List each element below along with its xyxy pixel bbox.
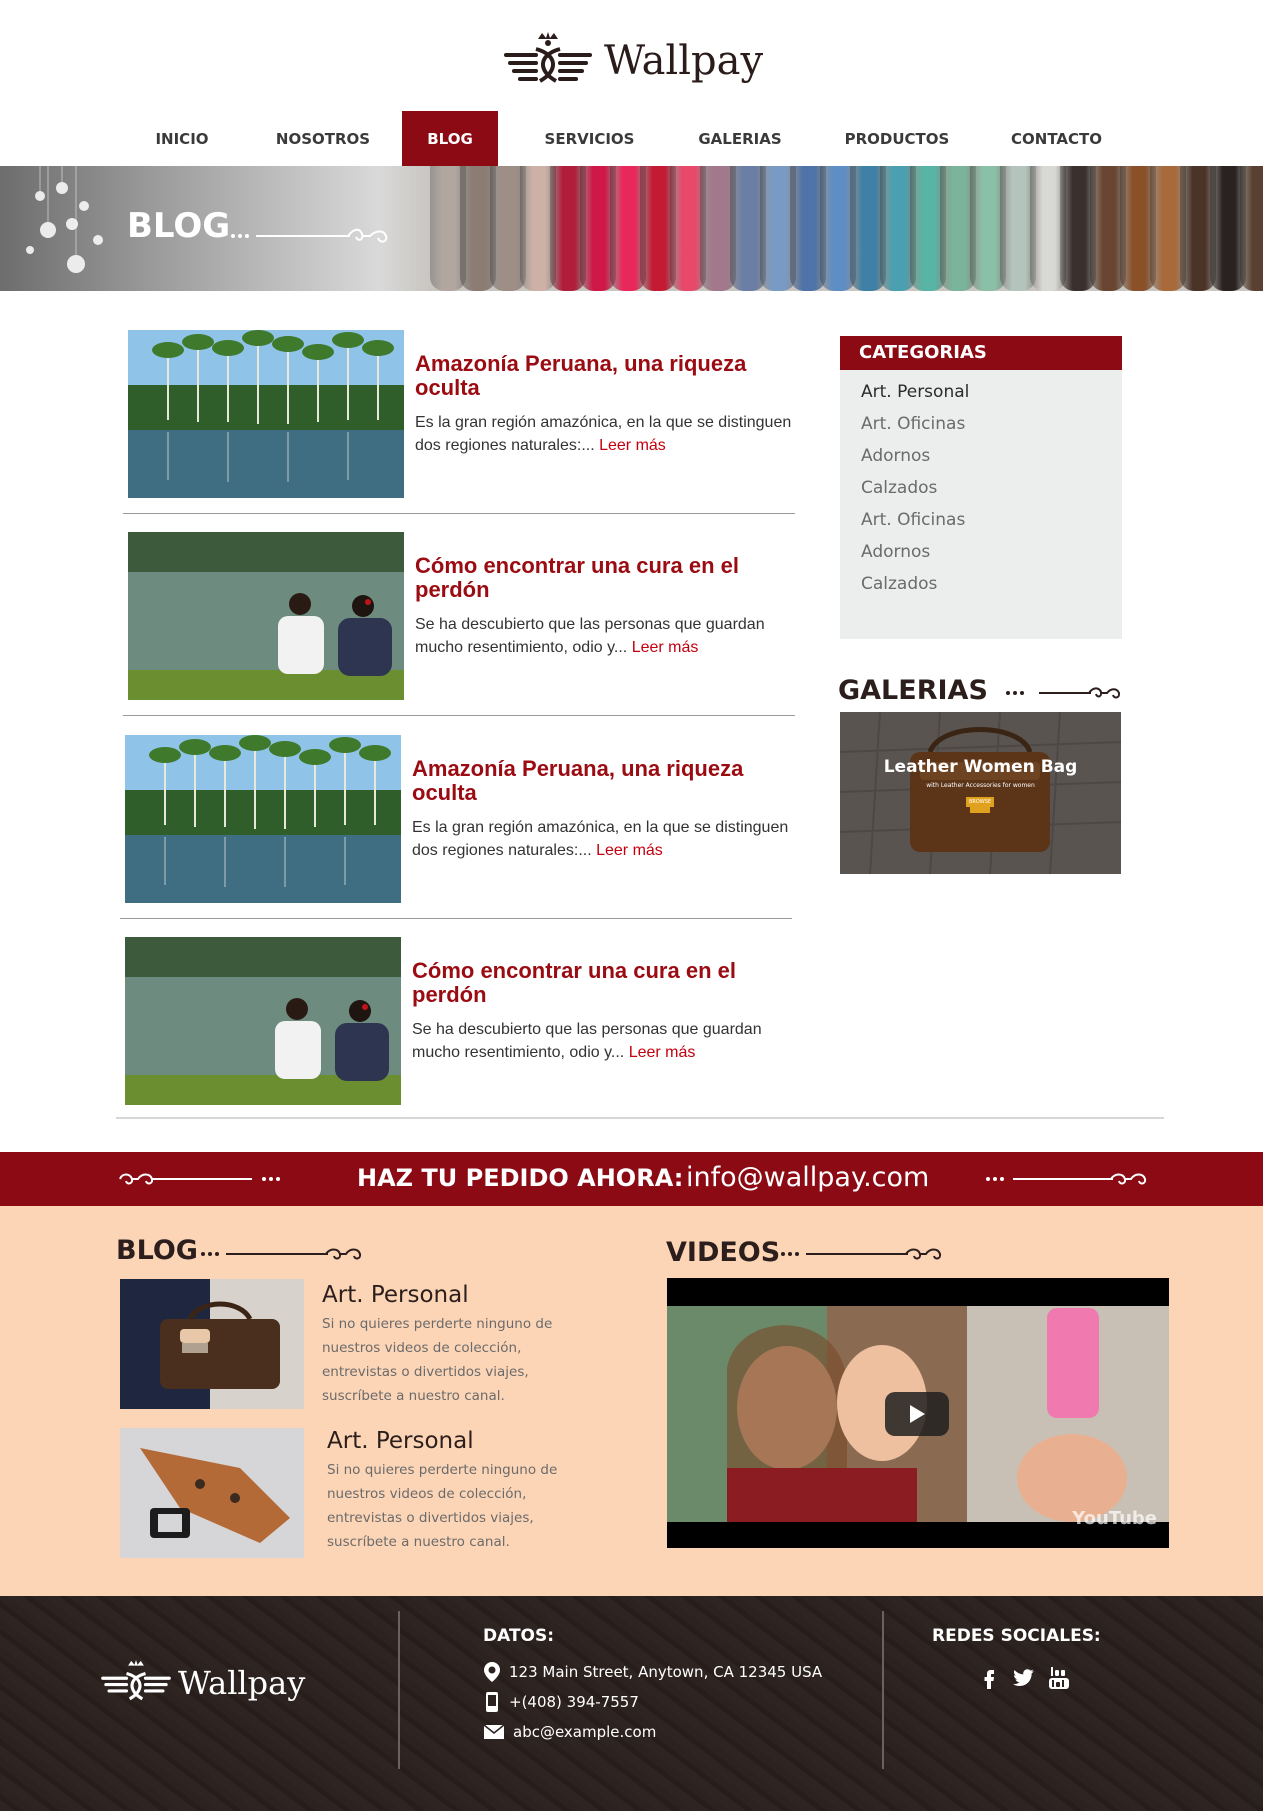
category-item[interactable]: Adornos <box>840 440 1122 472</box>
post-divider <box>120 918 792 919</box>
blog-post: Amazonía Peruana, una riqueza oculta Es … <box>120 735 805 920</box>
blog-item-title[interactable]: Art. Personal <box>327 1428 474 1454</box>
post-excerpt: Se ha descubierto que las personas que g… <box>412 1021 762 1061</box>
read-more-link[interactable]: Leer más <box>629 1044 696 1061</box>
footer-email-row: abc@example.com <box>483 1720 656 1744</box>
category-item[interactable]: Art. Personal <box>840 376 1122 408</box>
footer-address: 123 Main Street, Anytown, CA 12345 USA <box>509 1663 823 1681</box>
read-more-link[interactable]: Leer más <box>599 437 666 454</box>
blog-thumb-strap-buckle[interactable] <box>120 1428 304 1558</box>
categories-panel: CATEGORIAS Art. Personal Art. Oficinas A… <box>840 336 1122 639</box>
blog-post: Cómo encontrar una cura en el perdón Se … <box>123 532 808 717</box>
read-more-link[interactable]: Leer más <box>632 639 699 656</box>
nav-item-contacto[interactable]: CONTACTO <box>995 111 1118 166</box>
gallery-image-title: Leather Women Bag <box>883 757 1078 777</box>
gallery-image-button: BROWSE <box>966 797 994 807</box>
footer-phone[interactable]: +(408) 394-7557 <box>509 1693 639 1711</box>
site-footer: Wallpay DATOS: 123 Main Street, Anytown,… <box>0 1596 1263 1811</box>
post-title[interactable]: Amazonía Peruana, una riqueza oculta <box>412 757 792 805</box>
footer-divider <box>882 1611 884 1769</box>
footer-social-heading: REDES SOCIALES: <box>932 1626 1101 1646</box>
footer-phone-row: +(408) 394-7557 <box>483 1690 639 1714</box>
category-item[interactable]: Calzados <box>840 472 1122 504</box>
post-excerpt: Es la gran región amazónica, en la que s… <box>415 414 792 454</box>
order-cta-label: HAZ TU PEDIDO AHORA: <box>357 1164 684 1192</box>
main-nav: INICIO NOSOTROS BLOG SERVICIOS GALERIAS … <box>120 111 1140 166</box>
content-divider <box>116 1117 1164 1119</box>
nav-item-blog[interactable]: BLOG <box>402 111 498 166</box>
blog-item-title[interactable]: Art. Personal <box>322 1282 469 1308</box>
crown-emblem-icon <box>101 1660 171 1701</box>
nav-item-productos[interactable]: PRODUCTOS <box>799 111 995 166</box>
twitter-icon[interactable] <box>1012 1666 1036 1690</box>
footer-datos-heading: DATOS: <box>483 1626 555 1646</box>
page-banner: BLOG <box>0 166 1263 291</box>
videos-heading: VIDEOS <box>666 1237 781 1268</box>
ornament-divider-icon <box>119 1173 280 1185</box>
blog-item-text: Si no quieres perderte ninguno de nuestr… <box>322 1316 553 1404</box>
read-more-link[interactable]: Leer más <box>596 842 663 859</box>
post-divider <box>123 513 795 514</box>
post-title[interactable]: Amazonía Peruana, una riqueza oculta <box>415 352 795 400</box>
gallery-image-subtitle: with Leather Accessories for women <box>926 782 1035 789</box>
youtube-icon[interactable] <box>1047 1666 1071 1690</box>
categories-heading: CATEGORIAS <box>840 336 1122 370</box>
category-item[interactable]: Art. Oficinas <box>840 504 1122 536</box>
chandelier-crystals-image <box>26 166 103 273</box>
post-divider <box>123 715 795 716</box>
post-title[interactable]: Cómo encontrar una cura en el perdón <box>415 554 795 602</box>
location-pin-icon <box>484 1662 500 1682</box>
category-item[interactable]: Calzados <box>840 568 1122 600</box>
post-image-couple[interactable] <box>128 532 404 700</box>
order-cta-bar: HAZ TU PEDIDO AHORA: info@wallpay.com <box>0 1152 1263 1206</box>
ornament-divider-icon <box>201 1248 362 1260</box>
post-excerpt: Es la gran región amazónica, en la que s… <box>412 819 789 859</box>
category-item[interactable]: Adornos <box>840 536 1122 568</box>
post-image-couple[interactable] <box>125 937 401 1105</box>
nav-item-servicios[interactable]: SERVICIOS <box>498 111 681 166</box>
leather-swatch <box>1240 166 1263 291</box>
crown-emblem-icon <box>503 32 592 83</box>
blog-post: Amazonía Peruana, una riqueza oculta Es … <box>123 330 808 515</box>
blog-thumb-briefcase[interactable] <box>120 1279 304 1409</box>
nav-item-galerias[interactable]: GALERIAS <box>681 111 799 166</box>
gallery-image-leather-bag[interactable]: Leather Women Bag with Leather Accessori… <box>840 712 1121 874</box>
envelope-icon <box>483 1724 505 1739</box>
category-item[interactable]: Art. Oficinas <box>840 408 1122 440</box>
footer-logo-wordmark: Wallpay <box>178 1664 306 1702</box>
blog-post: Cómo encontrar una cura en el perdón Se … <box>125 937 805 1122</box>
ornament-divider-icon <box>986 1173 1147 1185</box>
post-excerpt: Se ha descubierto que las personas que g… <box>415 616 765 656</box>
post-title[interactable]: Cómo encontrar una cura en el perdón <box>412 959 792 1007</box>
video-player[interactable]: YouTube <box>667 1278 1169 1548</box>
galleries-heading: GALERIAS <box>838 675 988 706</box>
footer-divider <box>398 1611 400 1769</box>
youtube-logo[interactable]: YouTube <box>1072 1508 1157 1529</box>
footer-logo[interactable]: Wallpay <box>98 1659 305 1707</box>
nav-item-nosotros[interactable]: NOSOTROS <box>244 111 402 166</box>
ornament-divider-icon <box>231 228 388 243</box>
post-image-rainforest[interactable] <box>125 735 401 903</box>
footer-address-row: 123 Main Street, Anytown, CA 12345 USA <box>483 1660 822 1684</box>
site-logo[interactable]: Wallpay <box>0 26 1263 96</box>
banner-title: BLOG <box>127 206 231 246</box>
play-button-icon[interactable] <box>885 1392 949 1436</box>
blog-section-heading: BLOG <box>116 1235 198 1266</box>
nav-item-inicio[interactable]: INICIO <box>120 111 244 166</box>
footer-email[interactable]: abc@example.com <box>513 1723 656 1741</box>
facebook-icon[interactable] <box>977 1666 1001 1690</box>
ornament-divider-icon <box>1006 687 1121 699</box>
post-image-rainforest[interactable] <box>128 330 404 498</box>
mobile-phone-icon <box>486 1692 498 1712</box>
blog-item-text: Si no quieres perderte ninguno de nuestr… <box>327 1462 558 1550</box>
order-email-link[interactable]: info@wallpay.com <box>686 1162 929 1193</box>
logo-wordmark: Wallpay <box>603 38 764 84</box>
ornament-divider-icon <box>781 1248 942 1260</box>
